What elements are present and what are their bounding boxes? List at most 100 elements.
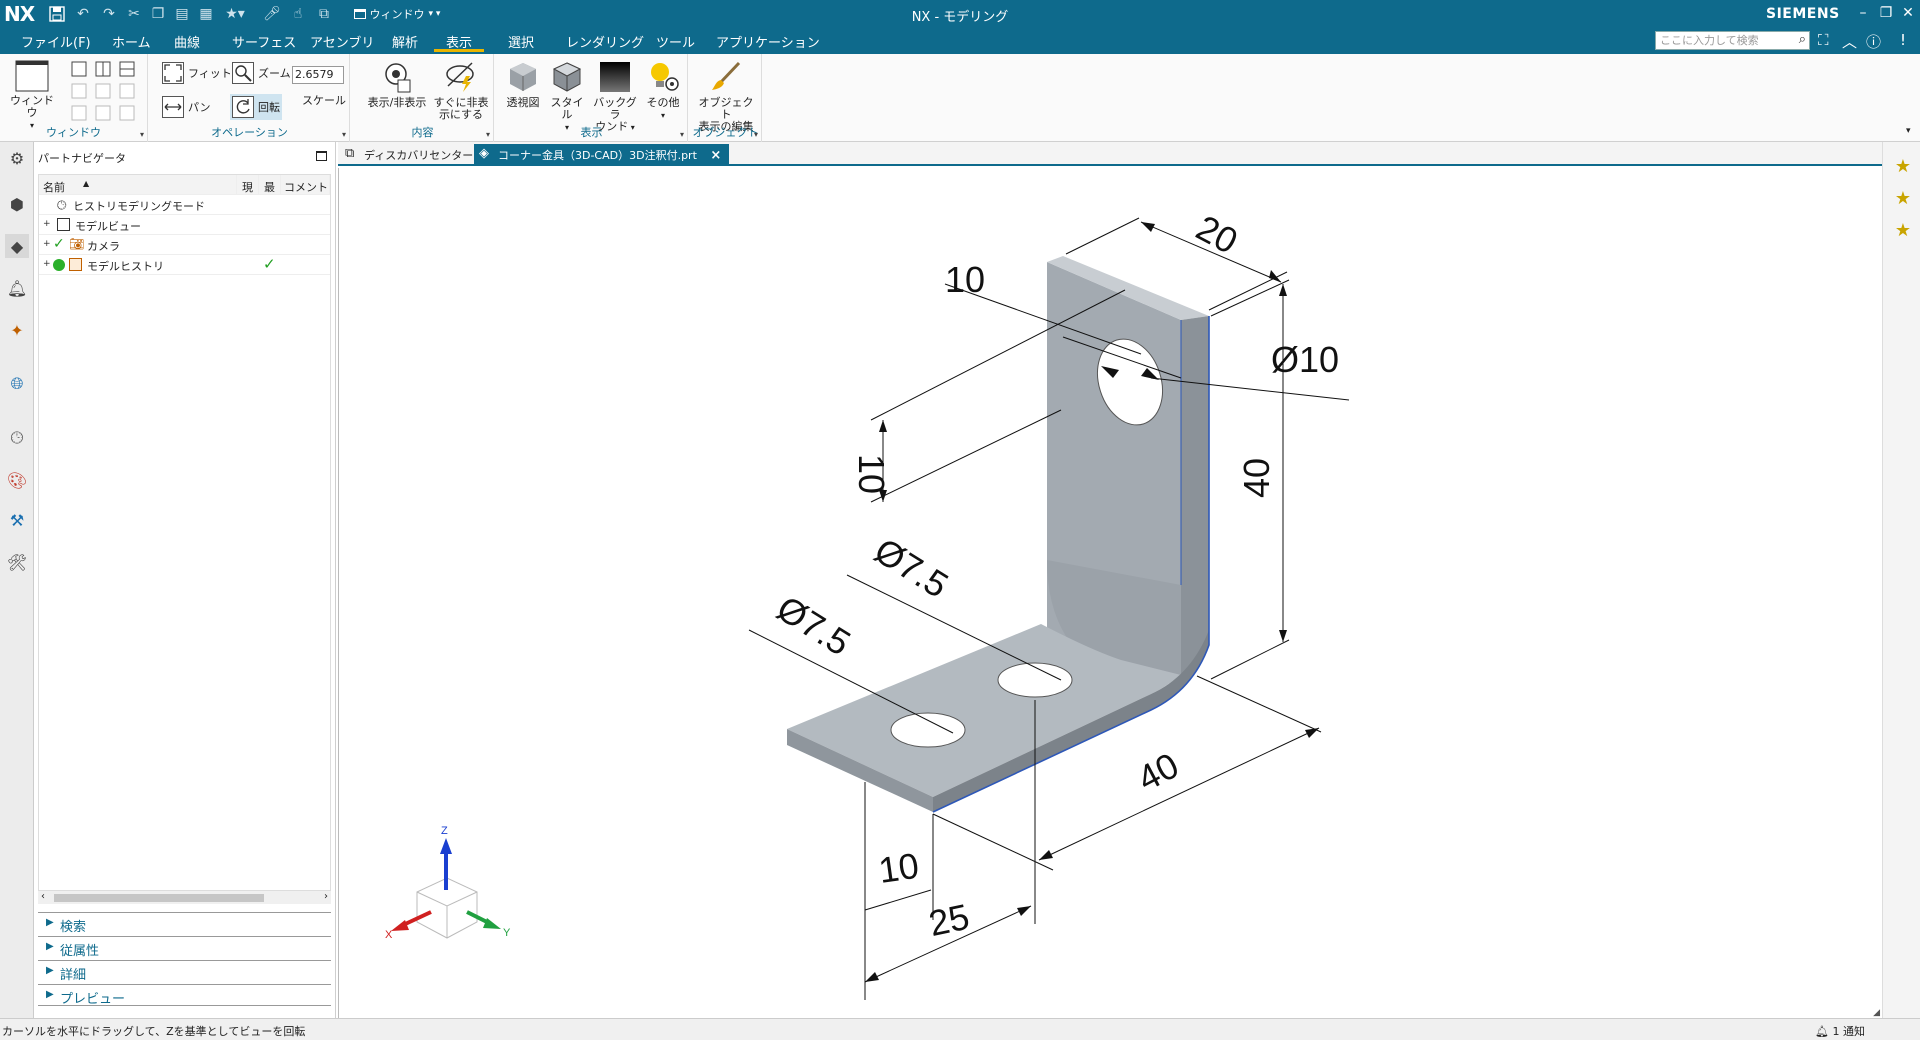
panel-search[interactable]: ▶ 検索 [38,912,331,935]
instant-hide-button[interactable]: すぐに非表 示にする [432,60,490,121]
dim-hole-offset-bottom[interactable]: 10 [876,845,921,891]
menu-analysis[interactable]: 解析 [390,32,420,52]
tab-label: ディスカバリセンター [364,149,474,162]
group-dropdown-icon[interactable]: ▾ [754,130,758,139]
view-triad[interactable]: Z X Y [385,825,511,941]
dim-width-20[interactable]: 20 [1190,207,1245,262]
style-button[interactable]: スタイル ▾ [546,60,588,134]
maximize-icon[interactable] [316,151,327,161]
menu-rendering[interactable]: レンダリング [564,32,646,52]
tree-row-cameras[interactable]: + ✓ 📷︎ カメラ [39,235,330,255]
dim-hole-diameter-7-5-b[interactable]: Ø7.5 [770,587,858,663]
scrollbar-thumb[interactable] [54,894,264,902]
column-name[interactable]: 名前 ▲ [39,175,237,195]
instant-hide-label-2: 示にする [438,108,484,121]
graphics-window[interactable]: 20 10 Ø10 10 40 Ø7.5 Ø7.5 40 10 25 Z X Y… [338,168,1882,1018]
web-browser-icon[interactable]: 🌐︎ [5,372,29,396]
expand-icon[interactable]: + [43,239,51,249]
favorite-star-icon[interactable]: ★ [1892,188,1914,210]
menu-view[interactable]: 表示 [434,32,485,52]
search-icon[interactable]: ⌕ [1799,33,1806,47]
scroll-left-icon[interactable]: ‹ [41,891,45,902]
dim-hole-diameter-7-5-a[interactable]: Ø7.5 [868,530,956,606]
group-dropdown-icon[interactable]: ▾ [140,130,144,139]
alert-icon[interactable]: ! [1900,31,1906,49]
menu-assembly[interactable]: アセンブリ [308,32,376,52]
tab-part-file[interactable]: ◈ コーナー金具（3D-CAD）3D注釈付.prt × [474,144,730,164]
column-latest[interactable]: 最 [259,175,281,195]
rotate-button[interactable]: 回転 [230,94,282,120]
minimize-icon[interactable]: – [1853,3,1873,23]
tree-row-model-history[interactable]: + モデルヒストリ ✓ [39,255,330,275]
dim-hole-offset-left[interactable]: 10 [851,454,892,494]
close-icon[interactable]: ✕ [1898,3,1918,23]
window-title: NX - モデリング [911,10,1009,25]
panel-preview[interactable]: ▶ プレビュー [38,984,331,1007]
resize-handle-icon[interactable]: ◢ [1873,1008,1880,1018]
column-current[interactable]: 現 [237,175,259,195]
roles-tools-icon[interactable]: 🛠︎ [5,550,29,574]
menu-home[interactable]: ホーム [110,32,153,52]
assembly-navigator-icon[interactable]: ⬢ [5,192,29,216]
part-navigator-icon[interactable]: ◆ [5,234,29,258]
pan-button[interactable]: パン [162,96,211,118]
horizontal-scrollbar[interactable]: ‹ › [38,890,331,904]
constraint-navigator-icon[interactable]: ✦ [5,318,29,342]
dim-hole-pitch-25[interactable]: 25 [925,896,973,944]
group-dropdown-icon[interactable]: ▾ [342,130,346,139]
menu-file[interactable]: ファイル(F) [19,32,93,52]
menu-surface[interactable]: サーフェス [230,32,298,52]
menu-application[interactable]: アプリケーション [714,32,822,52]
background-button[interactable]: バックグラ ウンド ▾ [590,60,640,134]
other-button[interactable]: その他 ▾ [642,60,684,122]
window-button[interactable]: ウィンドウ ▾ [6,60,58,132]
layout-grid-icons[interactable] [70,60,140,124]
expand-icon[interactable]: + [43,259,51,269]
sort-ascending-icon: ▲ [83,179,90,188]
group-dropdown-icon[interactable]: ▾ [680,130,684,139]
dim-hole-diameter-10[interactable]: Ø10 [1271,339,1339,380]
settings-gear-icon[interactable]: ⚙ [5,146,29,170]
panel-dependencies[interactable]: ▶ 従属性 [38,936,331,959]
notification-bell-icon[interactable]: 🔔︎ [5,276,29,300]
panel-details[interactable]: ▶ 詳細 [38,960,331,983]
expand-icon[interactable]: + [43,219,51,229]
menu-select[interactable]: 選択 [506,32,536,52]
favorite-star-icon[interactable]: ★ [1892,156,1914,178]
history-clock-icon[interactable]: 🕒︎ [5,426,29,450]
palette-icon[interactable]: 🎨︎ [5,468,29,492]
part-navigator-title: パートナビゲータ [38,152,126,165]
ribbon-group-operation: フィット ズーム パン 回転 2.6579 スケール オペレーション ▾ [150,54,350,142]
ribbon-group-label: ウィンドウ [46,126,101,139]
ribbon-collapse-icon[interactable]: ︿ [1842,31,1857,52]
fit-button[interactable]: フィット [162,62,232,84]
column-comment[interactable]: コメント [281,175,330,195]
notification-indicator[interactable]: 🔔︎ 1 通知 [1815,1023,1865,1039]
tree-row-model-views[interactable]: + モデルビュー [39,215,330,235]
command-search-input[interactable]: ここに入力して検索 ⌕ [1655,31,1810,50]
restore-icon[interactable]: ❐ [1876,3,1896,23]
scale-input[interactable]: 2.6579 [292,66,344,84]
tree-row-history-mode[interactable]: 🕒︎ ヒストリモデリングモード [39,195,330,215]
tab-discovery-center[interactable]: ⧉ ディスカバリセンター [340,144,481,164]
help-icon[interactable]: ⓘ [1866,31,1881,52]
dim-hole-offset-top[interactable]: 10 [945,259,985,300]
scroll-right-icon[interactable]: › [324,891,328,902]
perspective-button[interactable]: 透視図 [502,60,544,109]
group-dropdown-icon[interactable]: ▾ [486,130,490,139]
fullscreen-icon[interactable]: ⛶ [1818,31,1829,49]
corner-bracket-part[interactable] [787,256,1210,813]
menu-tools[interactable]: ツール [654,32,697,52]
show-hide-button[interactable]: 表示/非表示 [366,60,428,109]
status-bar: カーソルを水平にドラッグして、Zを基準としてビューを回転 🔔︎ 1 通知 [0,1018,1920,1040]
dim-height-40[interactable]: 40 [1236,458,1277,498]
favorite-star-icon[interactable]: ★ [1892,220,1914,242]
model-canvas[interactable]: 20 10 Ø10 10 40 Ø7.5 Ø7.5 40 10 25 Z X Y [339,168,1883,1018]
reuse-library-icon[interactable]: ⚒ [5,508,29,532]
dim-length-40[interactable]: 40 [1131,744,1186,799]
edit-object-display-button[interactable]: オブジェクト 表示の編集 [694,60,758,133]
ribbon-overflow-icon[interactable]: ▾ [1906,126,1911,136]
menu-curve[interactable]: 曲線 [172,32,202,52]
zoom-button[interactable]: ズーム [232,62,291,84]
close-tab-icon[interactable]: × [710,148,721,163]
